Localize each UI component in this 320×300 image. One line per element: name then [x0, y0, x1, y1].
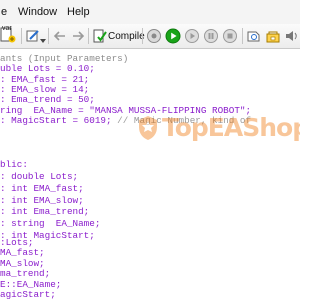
toolbar-separator	[242, 28, 243, 44]
properties-button[interactable]	[25, 28, 41, 44]
back-button[interactable]	[52, 28, 68, 44]
menu-item-partial[interactable]: e	[1, 6, 7, 18]
toolbar-separator	[48, 28, 49, 44]
code-editor[interactable]: ants (Input Parameters) uble Lots = 0.10…	[0, 49, 300, 300]
code-line: ma_trend;	[0, 268, 51, 280]
compile-icon	[93, 29, 107, 43]
step-play-icon	[185, 29, 199, 43]
code-line: : int EMA_fast;	[0, 182, 84, 194]
code-line: :Lots;	[0, 237, 34, 248]
compile-label: Compile	[108, 31, 145, 42]
history-button[interactable]	[246, 28, 262, 44]
new-file-button[interactable]: var	[0, 25, 20, 46]
debug-settings-button[interactable]	[146, 28, 162, 44]
menu-bar: e Window Help	[0, 0, 300, 25]
var-label: var	[2, 25, 12, 32]
forward-button[interactable]	[70, 28, 86, 44]
arrow-left-icon	[53, 31, 65, 41]
menu-item-help[interactable]: Help	[67, 6, 90, 18]
toolbar: var Compile	[0, 24, 300, 49]
code-line: : int Ema_trend;	[0, 206, 90, 218]
shield-icon	[139, 116, 157, 140]
market-button[interactable]	[265, 28, 281, 44]
stop-icon	[223, 29, 237, 43]
pause-button[interactable]	[203, 28, 219, 44]
code-line: : string EA_Name;	[0, 218, 101, 230]
settings-circle-icon	[147, 29, 161, 43]
stop-button[interactable]	[222, 28, 238, 44]
market-icon	[266, 31, 280, 43]
play-icon	[165, 28, 181, 44]
code-line: agicStart;	[0, 289, 56, 300]
sound-button[interactable]	[284, 28, 300, 44]
toolbar-separator	[88, 28, 89, 44]
toolbar-separator	[21, 28, 22, 44]
toolbar-separator	[142, 28, 143, 44]
speaker-icon	[286, 31, 297, 41]
code-line: : double Lots;	[0, 171, 79, 182]
arrow-right-icon	[73, 31, 85, 41]
start-button[interactable]	[165, 28, 181, 44]
code-line: E::EA_Name;	[0, 278, 62, 290]
code-line: blic:	[0, 159, 28, 171]
watermark-text: TopEAShop	[162, 113, 300, 142]
step-button[interactable]	[184, 28, 200, 44]
watermark-logo: TopEAShop	[138, 111, 300, 155]
properties-dropdown-icon[interactable]	[40, 32, 46, 43]
compile-button[interactable]: Compile	[90, 26, 145, 47]
menu-item-window[interactable]: Window	[18, 6, 57, 18]
pause-icon	[204, 29, 218, 43]
code-line: MA_slow;	[0, 257, 45, 269]
edit-properties-icon	[26, 30, 39, 42]
history-icon	[247, 31, 260, 42]
code-line: MA_fast;	[0, 247, 45, 259]
code-line: : int EMA_slow;	[0, 194, 84, 206]
